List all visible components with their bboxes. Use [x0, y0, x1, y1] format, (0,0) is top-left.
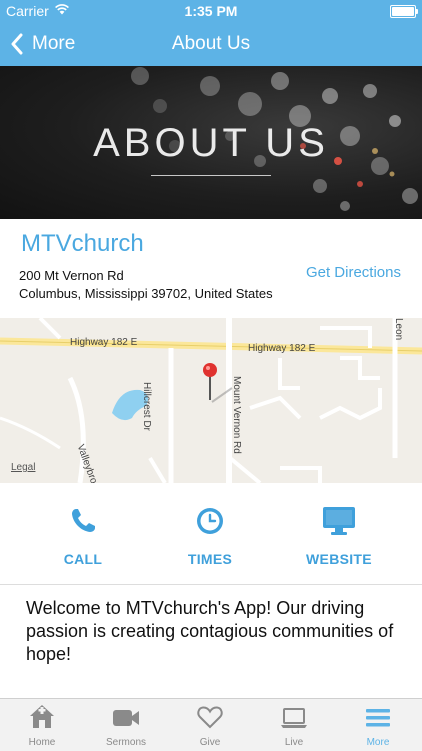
- address-line-2: Columbus, Mississippi 39702, United Stat…: [19, 286, 273, 301]
- tab-give-label: Give: [199, 737, 221, 748]
- battery-icon: [390, 5, 418, 18]
- clock-icon: [197, 508, 223, 534]
- tab-home-label: Home: [28, 737, 56, 748]
- map-tiles: [0, 318, 422, 483]
- call-button[interactable]: CALL: [33, 505, 133, 567]
- tab-give[interactable]: Give: [168, 699, 252, 751]
- church-info: MTVchurch 200 Mt Vernon Rd Columbus, Mis…: [0, 219, 422, 318]
- church-name: MTVchurch: [21, 230, 144, 257]
- tab-home[interactable]: Home: [0, 699, 84, 751]
- map-legal-link[interactable]: Legal: [11, 462, 35, 473]
- monitor-icon: [323, 507, 355, 535]
- road-label: Highway 182 E: [70, 337, 138, 348]
- road-label: Leon: [393, 318, 404, 341]
- road-label: Highway 182 E: [248, 343, 316, 354]
- website-label: WEBSITE: [306, 551, 372, 567]
- tab-sermons[interactable]: Sermons: [84, 699, 168, 751]
- tab-bar: Home Sermons Give Live More: [0, 698, 422, 751]
- tab-more-label: More: [366, 737, 390, 748]
- call-label: CALL: [63, 551, 103, 567]
- page-title: About Us: [171, 33, 251, 54]
- home-icon: [30, 705, 54, 728]
- status-bar: Carrier 1:35 PM: [0, 0, 422, 22]
- navigation-bar: Carrier 1:35 PM More About Us: [0, 0, 422, 66]
- times-button[interactable]: TIMES: [160, 505, 260, 567]
- road-label: Hillcrest Dr: [141, 382, 152, 431]
- phone-icon: [72, 509, 95, 532]
- video-camera-icon: [113, 710, 139, 726]
- tab-live-label: Live: [284, 737, 304, 748]
- laptop-icon: [281, 708, 307, 728]
- heart-icon: [197, 706, 223, 729]
- road-label: Mount Vernon Rd: [231, 376, 242, 454]
- tab-more[interactable]: More: [336, 699, 420, 751]
- welcome-section: Welcome to MTVchurch's App! Our driving …: [0, 585, 422, 698]
- tab-live[interactable]: Live: [252, 699, 336, 751]
- hero-banner: ABOUT US: [0, 66, 422, 219]
- hero-title: ABOUT US: [93, 121, 329, 165]
- hero-divider: [151, 175, 271, 176]
- website-button[interactable]: WEBSITE: [289, 505, 389, 567]
- clock-time: 1:35 PM: [184, 3, 238, 19]
- location-map[interactable]: Highway 182 E Highway 182 E Hillcrest Dr…: [0, 318, 422, 483]
- action-row: CALL TIMES WEBSITE: [0, 483, 422, 585]
- tab-sermons-label: Sermons: [105, 737, 146, 748]
- get-directions-link[interactable]: Get Directions: [306, 264, 401, 281]
- times-label: TIMES: [187, 551, 233, 567]
- menu-icon: [366, 709, 390, 727]
- welcome-text: Welcome to MTVchurch's App! Our driving …: [26, 598, 394, 664]
- address-line-1: 200 Mt Vernon Rd: [19, 268, 124, 283]
